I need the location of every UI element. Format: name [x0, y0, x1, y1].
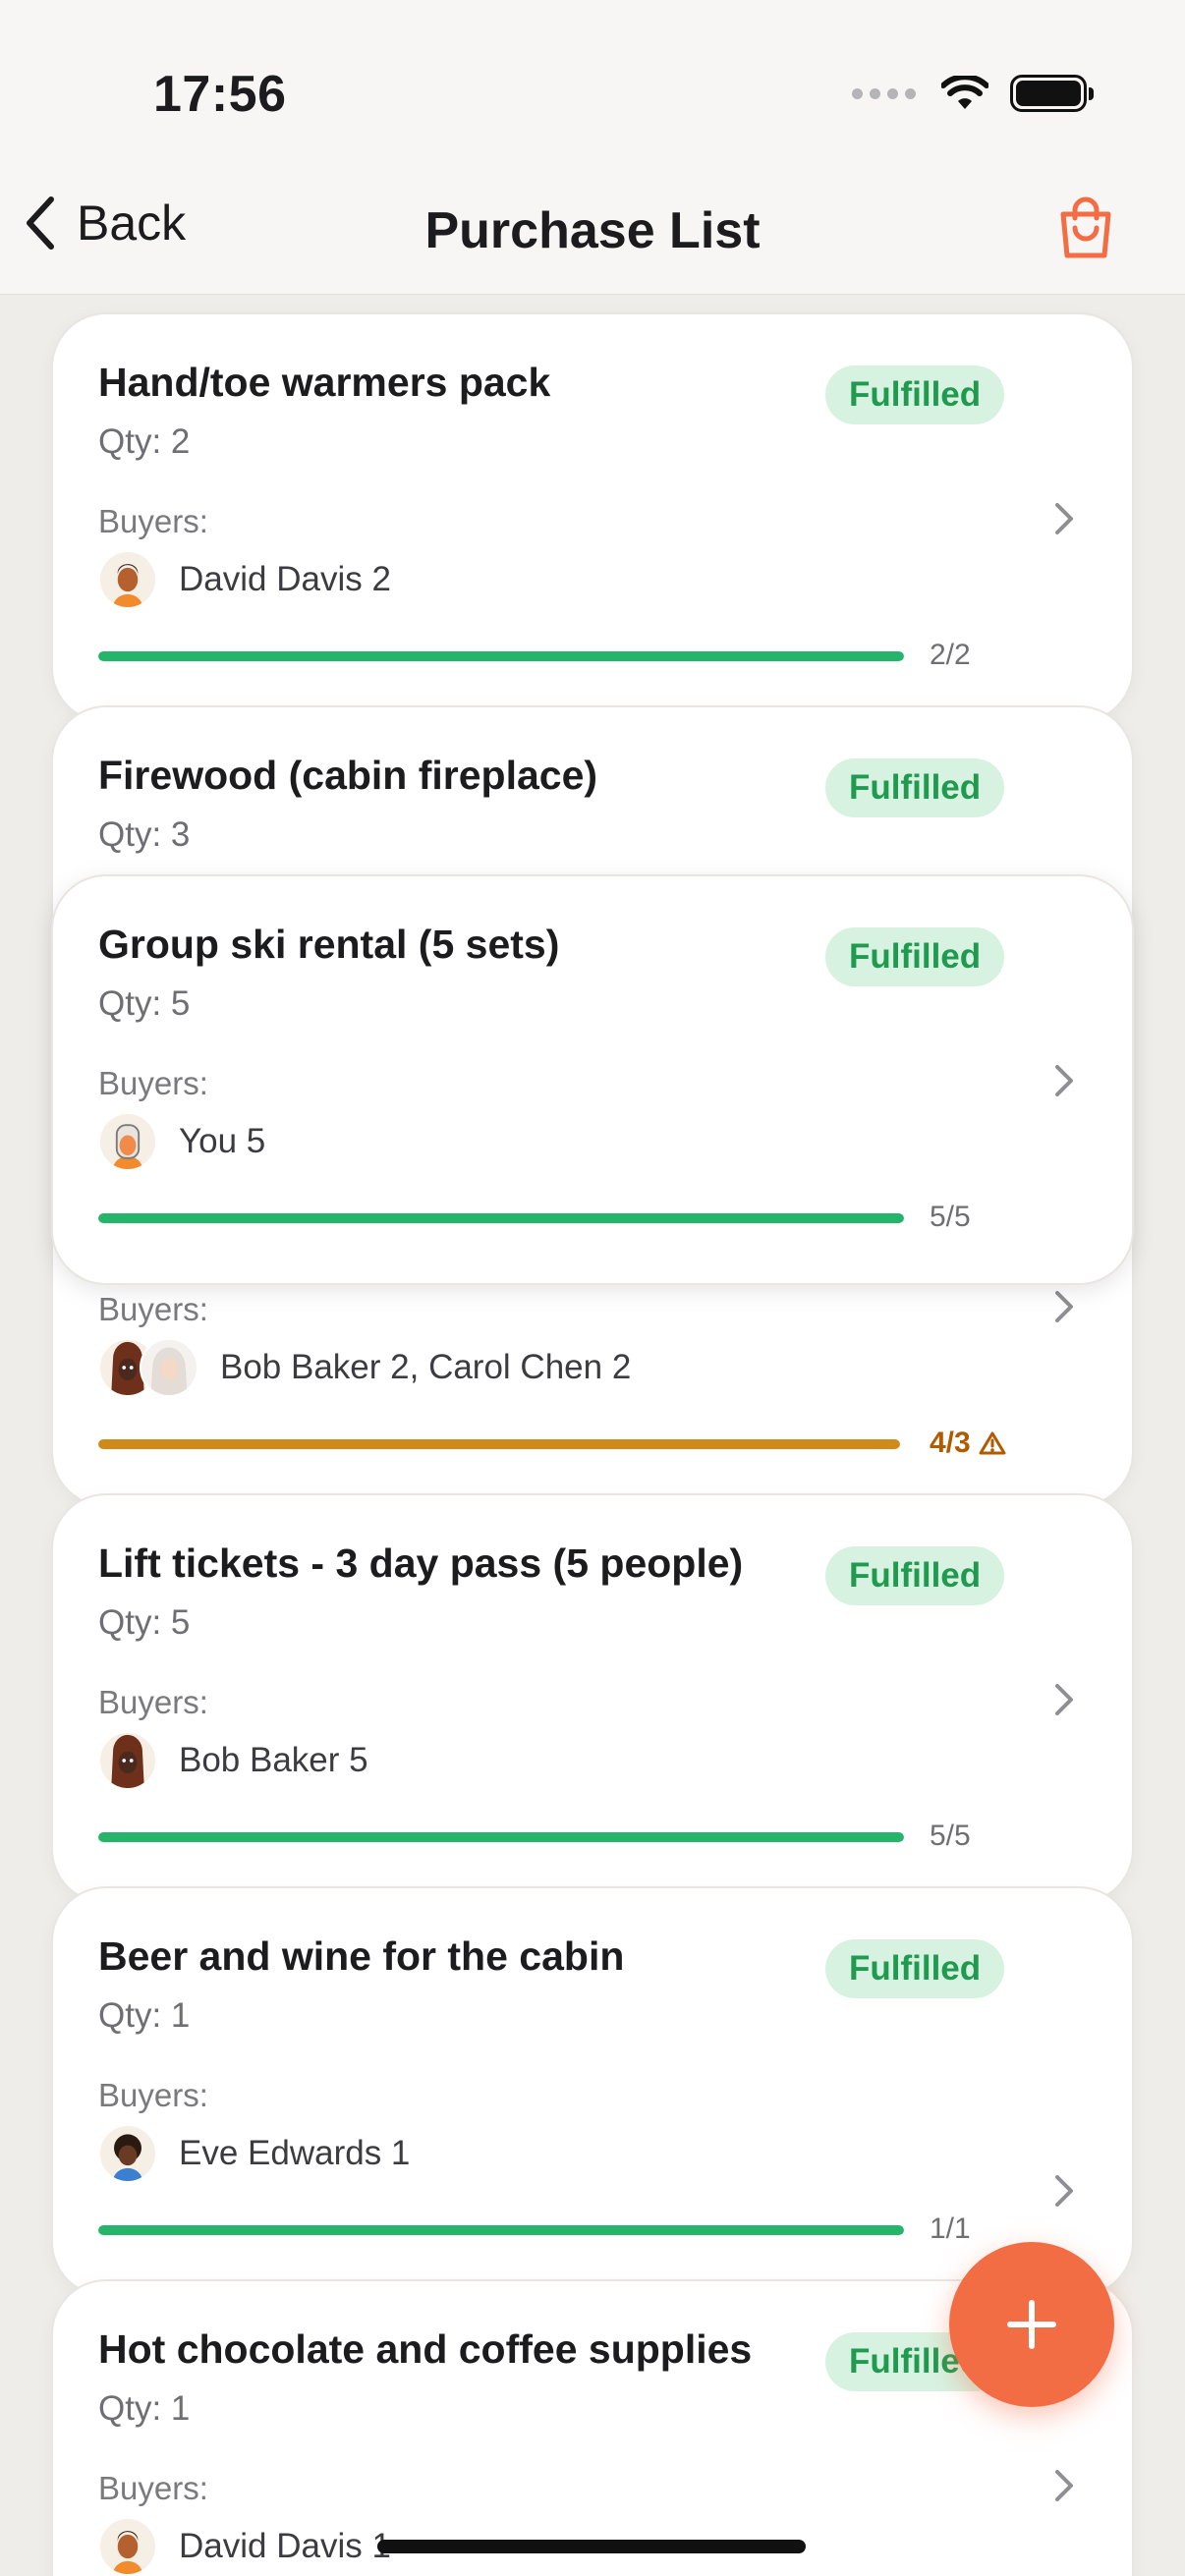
buyer-names: David Davis 2 — [179, 560, 391, 598]
avatar-group — [98, 550, 157, 609]
warning-triangle-icon — [979, 1431, 1006, 1455]
buyer-names: Eve Edwards 1 — [179, 2134, 411, 2172]
purchase-item-card[interactable]: Hand/toe warmers pack Qty: 2 Fulfilled B… — [51, 312, 1134, 723]
avatar — [98, 1731, 157, 1790]
chevron-right-icon[interactable] — [1049, 1680, 1079, 1719]
avatar — [98, 2124, 157, 2183]
purchase-item-card[interactable]: Beer and wine for the cabin Qty: 1 Fulfi… — [51, 1886, 1134, 2297]
progress-bar — [98, 651, 904, 661]
buyers-label: Buyers: — [98, 2470, 208, 2506]
progress-bar — [98, 1832, 904, 1842]
buyer-names: David Davis 1 — [179, 2527, 391, 2565]
purchase-item-card[interactable]: Group ski rental (5 sets) Qty: 5 Fulfill… — [51, 874, 1134, 1285]
status-icons — [852, 75, 1094, 112]
chevron-right-icon[interactable] — [1049, 2466, 1079, 2505]
chevron-right-icon[interactable] — [1049, 2171, 1079, 2211]
buyers-label: Buyers: — [98, 1065, 208, 1101]
status-time: 17:56 — [153, 66, 287, 123]
progress-count: 2/2 — [930, 639, 971, 671]
progress-count: 5/5 — [930, 1201, 971, 1233]
battery-icon — [1010, 75, 1094, 112]
status-badge: Fulfilled — [825, 1546, 1005, 1605]
avatar — [98, 550, 157, 609]
buyer-row: David Davis 2 — [98, 550, 391, 609]
progress-fill — [98, 1439, 900, 1449]
avatar-group — [98, 2124, 157, 2183]
item-title: Lift tickets - 3 day pass (5 people) — [98, 1540, 744, 1586]
avatar — [140, 1338, 198, 1397]
item-title: Group ski rental (5 sets) — [98, 922, 560, 967]
progress-count-text: 4/3 — [930, 1427, 971, 1459]
item-qty: Qty: 3 — [98, 815, 191, 854]
avatar-group — [98, 1338, 198, 1397]
item-qty: Qty: 5 — [98, 984, 191, 1023]
wifi-icon — [941, 76, 988, 109]
buyers-label: Buyers: — [98, 503, 208, 539]
progress-fill — [98, 2225, 904, 2235]
buyers-label: Buyers: — [98, 1291, 208, 1327]
avatar — [98, 1112, 157, 1171]
chevron-right-icon[interactable] — [1049, 1287, 1079, 1326]
buyer-names: Bob Baker 5 — [179, 1741, 368, 1779]
buyer-names: You 5 — [179, 1122, 266, 1160]
progress-bar — [98, 1439, 900, 1449]
avatar — [98, 2517, 157, 2576]
buyers-label: Buyers: — [98, 2077, 208, 2113]
status-badge: Fulfilled — [825, 1939, 1005, 1998]
purchase-item-card[interactable]: Lift tickets - 3 day pass (5 people) Qty… — [51, 1493, 1134, 1904]
item-qty: Qty: 1 — [98, 2389, 191, 2428]
cellular-signal-icon — [852, 87, 916, 99]
item-title: Hand/toe warmers pack — [98, 360, 551, 405]
progress-fill — [98, 651, 904, 661]
buyer-row: David Davis 1 — [98, 2517, 391, 2576]
progress-bar — [98, 1213, 904, 1223]
buyers-label: Buyers: — [98, 1684, 208, 1720]
status-badge: Fulfilled — [825, 927, 1005, 986]
buyer-row: Eve Edwards 1 — [98, 2124, 410, 2183]
status-badge: Fulfilled — [825, 365, 1005, 424]
item-qty: Qty: 2 — [98, 422, 191, 461]
chevron-right-icon[interactable] — [1049, 499, 1079, 538]
avatar-group — [98, 1731, 157, 1790]
progress-fill — [98, 1832, 904, 1842]
avatar-group — [98, 2517, 157, 2576]
chevron-right-icon[interactable] — [1049, 1061, 1079, 1100]
page-title: Purchase List — [424, 202, 761, 259]
progress-fill — [98, 1213, 904, 1223]
item-qty: Qty: 1 — [98, 1996, 191, 2035]
item-title: Beer and wine for the cabin — [98, 1933, 625, 1979]
shopping-bag-icon[interactable] — [1055, 196, 1116, 261]
progress-count: 5/5 — [930, 1820, 971, 1852]
progress-bar — [98, 2225, 904, 2235]
item-title: Hot chocolate and coffee supplies — [98, 2326, 753, 2372]
item-title: Firewood (cabin fireplace) — [98, 753, 598, 798]
buyer-row: Bob Baker 5 — [98, 1731, 368, 1790]
item-qty: Qty: 5 — [98, 1603, 191, 1642]
plus-icon — [1007, 2300, 1056, 2349]
progress-count: 1/1 — [930, 2212, 971, 2245]
buyer-names: Bob Baker 2, Carol Chen 2 — [220, 1348, 632, 1386]
buyer-row: You 5 — [98, 1112, 265, 1171]
home-indicator — [377, 2540, 806, 2553]
avatar-group — [98, 1112, 157, 1171]
top-bar: 17:56 Back Purchase List — [0, 0, 1185, 295]
add-item-button[interactable] — [949, 2242, 1114, 2407]
status-badge: Fulfilled — [825, 758, 1005, 817]
progress-count: 4/3 — [930, 1427, 1006, 1460]
buyer-row: Bob Baker 2, Carol Chen 2 — [98, 1338, 631, 1397]
